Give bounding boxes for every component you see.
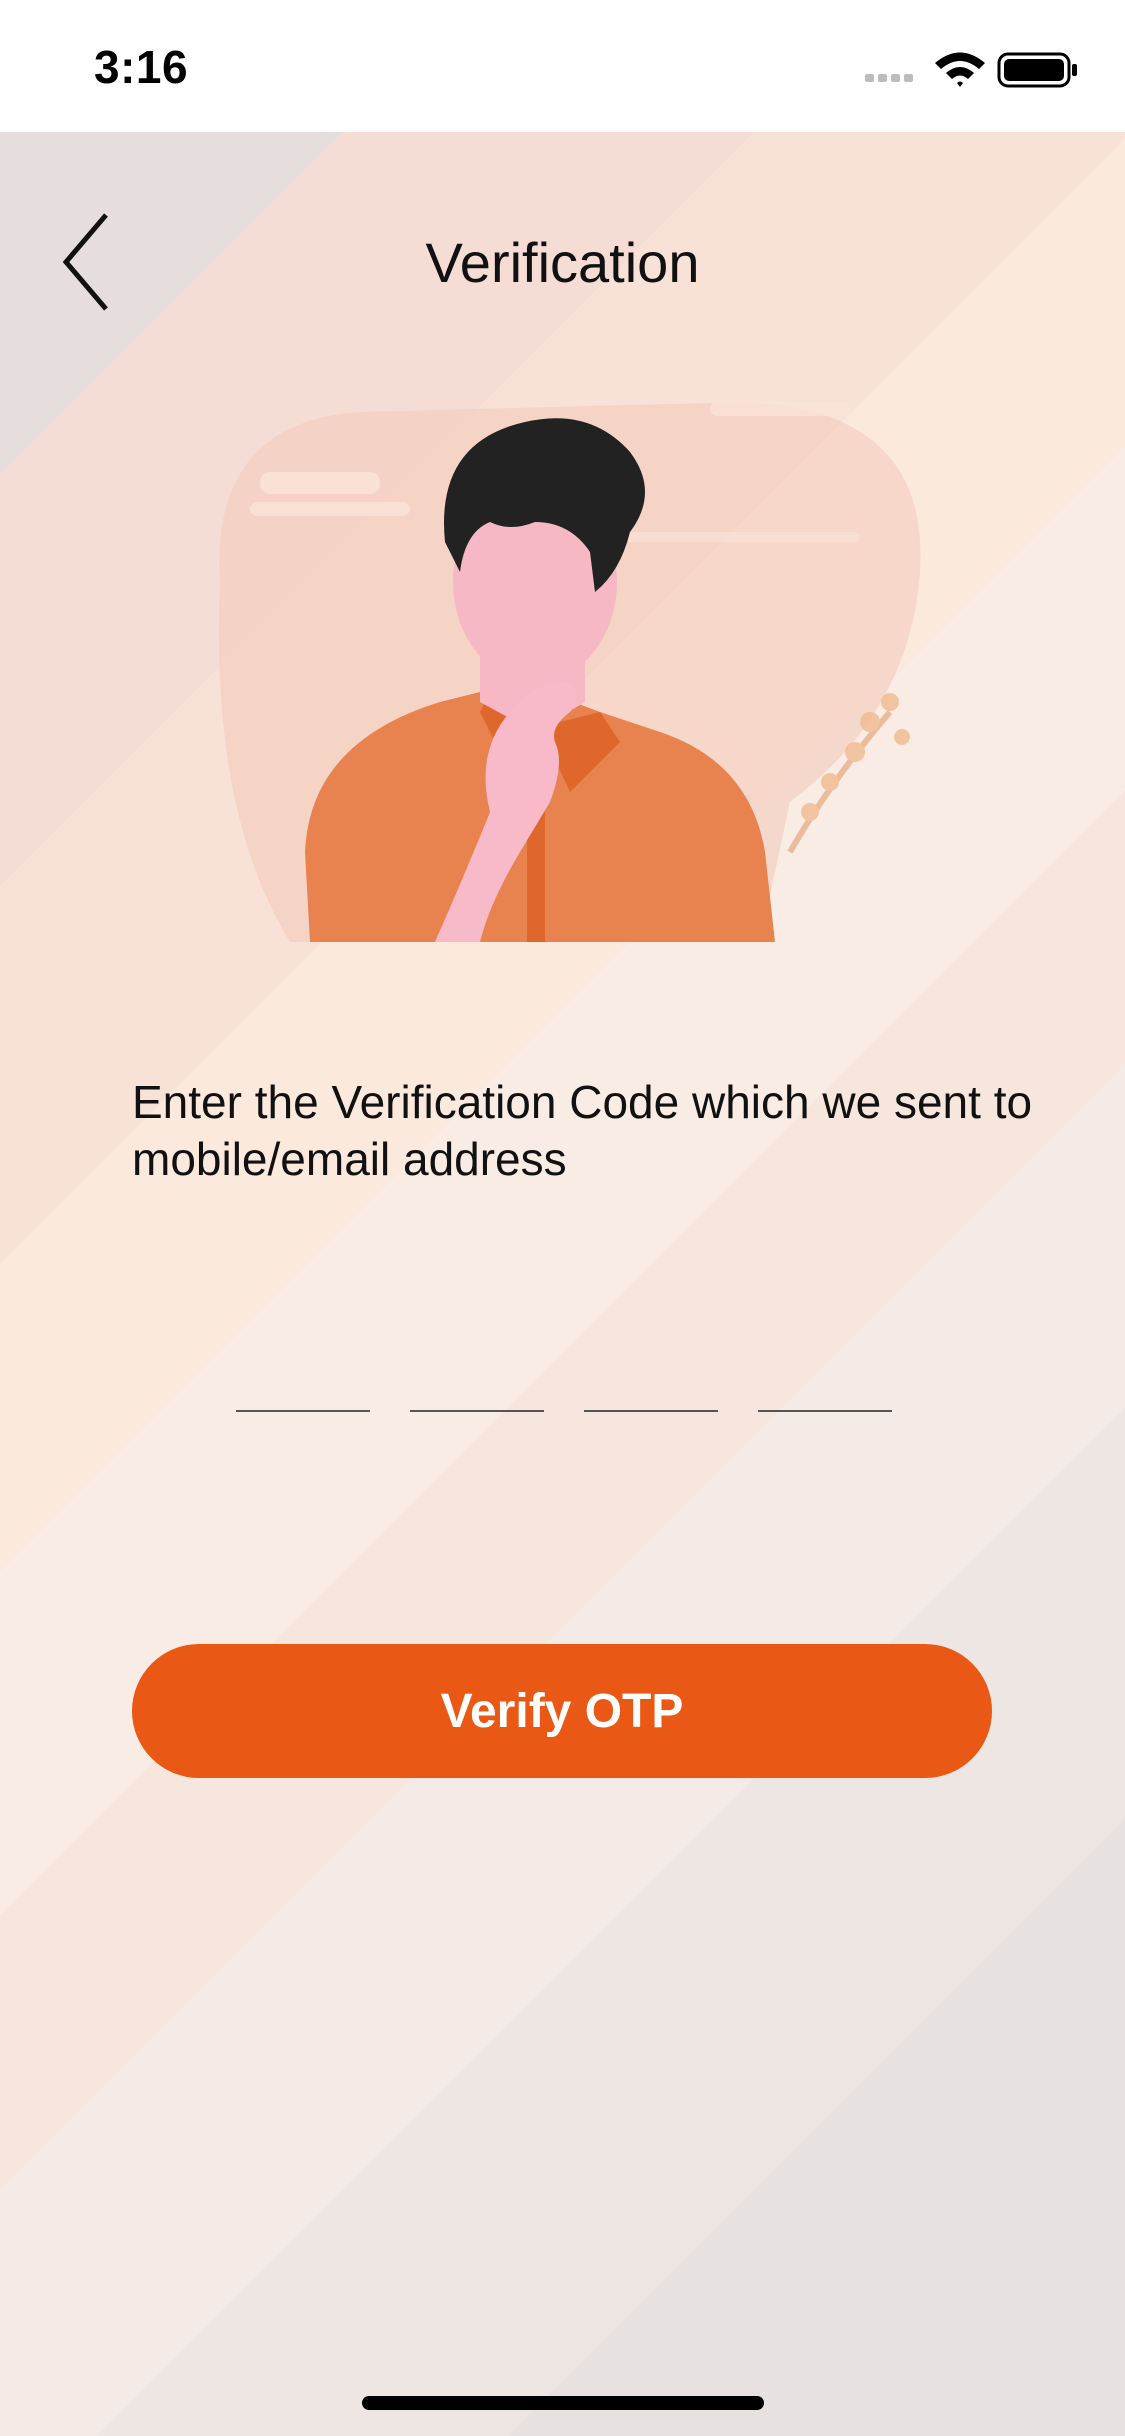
otp-digit-4-input[interactable] [758, 1352, 892, 1412]
battery-icon [997, 52, 1077, 88]
verify-otp-button[interactable]: Verify OTP [132, 1644, 992, 1778]
status-time: 3:16 [94, 41, 189, 93]
status-icons [865, 50, 1085, 90]
otp-digit-3-input[interactable] [584, 1352, 718, 1412]
otp-digit-2-input[interactable] [410, 1352, 544, 1412]
home-indicator [362, 2396, 764, 2410]
verification-screen: Verification Enter the Verification Code… [0, 132, 1125, 2436]
status-icons-svg [865, 52, 1077, 88]
otp-input-group [236, 1352, 892, 1412]
instruction-text: Enter the Verification Code which we sen… [132, 1076, 1033, 1185]
thinking-person-svg [218, 402, 921, 942]
signal-icon [865, 74, 913, 82]
thinking-person-illustration [190, 382, 950, 942]
wifi-icon [935, 52, 985, 87]
status-bar: 3:16 [0, 0, 1125, 132]
page-title: Verification [425, 231, 700, 294]
otp-digit-1-input[interactable] [236, 1352, 370, 1412]
